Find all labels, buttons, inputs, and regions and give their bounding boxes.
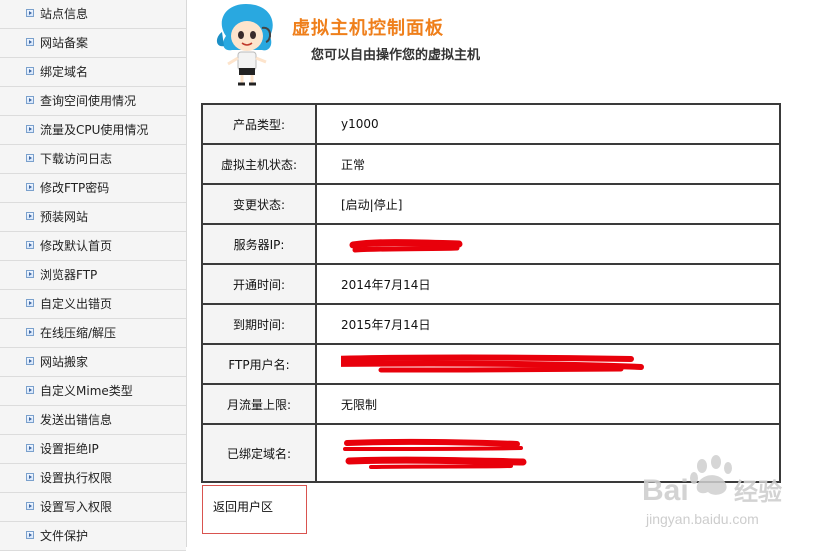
open-time-label: 开通时间: (201, 263, 317, 305)
sidebar-item-label: 网站备案 (40, 36, 89, 50)
arrow-bullet-icon (26, 386, 34, 394)
svg-text:经验: 经验 (734, 478, 782, 506)
sidebar-item-label: 网站搬家 (40, 355, 89, 369)
monthly-traffic-label: 月流量上限: (201, 383, 317, 425)
arrow-bullet-icon (26, 67, 34, 75)
arrow-bullet-icon (26, 444, 34, 452)
sidebar-item-label: 修改FTP密码 (40, 181, 110, 195)
arrow-bullet-icon (26, 183, 34, 191)
arrow-bullet-icon (26, 531, 34, 539)
arrow-bullet-icon (26, 502, 34, 510)
monthly-traffic-value: 无限制 (315, 383, 781, 425)
host-status-value: 正常 (315, 143, 781, 185)
sidebar-item-label: 绑定域名 (40, 65, 89, 79)
sidebar-item-deny-ip[interactable]: 设置拒绝IP (0, 435, 186, 464)
arrow-bullet-icon (26, 9, 34, 17)
arrow-bullet-icon (26, 299, 34, 307)
sidebar-item-label: 自定义Mime类型 (40, 384, 133, 398)
sidebar-item-preinstall-site[interactable]: 预装网站 (0, 203, 186, 232)
arrow-bullet-icon (26, 212, 34, 220)
sidebar-item-write-permission[interactable]: 设置写入权限 (0, 493, 186, 522)
sidebar-item-download-logs[interactable]: 下载访问日志 (0, 145, 186, 174)
bound-domains-label: 已绑定域名: (201, 423, 317, 483)
sidebar-item-label: 站点信息 (40, 7, 89, 21)
table-row: 服务器IP: (201, 223, 781, 265)
redaction-mark (341, 231, 778, 257)
sidebar-item-label: 文件保护 (40, 529, 89, 543)
mascot-avatar-icon (216, 4, 273, 86)
arrow-bullet-icon (26, 125, 34, 133)
sidebar-item-label: 自定义出错页 (40, 297, 113, 311)
change-status-label: 变更状态: (201, 183, 317, 225)
product-type-label: 产品类型: (201, 103, 317, 145)
sidebar-item-label: 发送出错信息 (40, 413, 113, 427)
arrow-bullet-icon (26, 270, 34, 278)
host-status-label: 虚拟主机状态: (201, 143, 317, 185)
table-row: 到期时间: 2015年7月14日 (201, 303, 781, 345)
svg-text:Bai: Bai (642, 474, 689, 507)
sidebar-item-label: 设置执行权限 (40, 471, 113, 485)
sidebar-item-label: 浏览器FTP (40, 268, 98, 282)
server-ip-value (315, 223, 781, 265)
open-time-value: 2014年7月14日 (315, 263, 781, 305)
change-status-links[interactable]: [启动|停止] (315, 183, 781, 225)
arrow-bullet-icon (26, 473, 34, 481)
product-type-value: y1000 (315, 103, 781, 145)
table-row: 产品类型: y1000 (201, 103, 781, 145)
table-row: FTP用户名: (201, 343, 781, 385)
sidebar-nav: 站点信息 网站备案 绑定域名 查询空间使用情况 流量及CPU使用情况 下载访问日… (0, 0, 187, 551)
sidebar-item-ftp-password[interactable]: 修改FTP密码 (0, 174, 186, 203)
sidebar-item-label: 预装网站 (40, 210, 89, 224)
sidebar-item-icp-filing[interactable]: 网站备案 (0, 29, 186, 58)
sidebar-item-send-errors[interactable]: 发送出错信息 (0, 406, 186, 435)
arrow-bullet-icon (26, 328, 34, 336)
sidebar-item-label: 设置拒绝IP (40, 442, 99, 456)
site-info-table: 产品类型: y1000 虚拟主机状态: 正常 变更状态: [启动|停止] 服务器… (201, 103, 781, 483)
server-ip-label: 服务器IP: (201, 223, 317, 265)
sidebar-item-error-page[interactable]: 自定义出错页 (0, 290, 186, 319)
sidebar-item-label: 在线压缩/解压 (40, 326, 117, 340)
sidebar-item-browser-ftp[interactable]: 浏览器FTP (0, 261, 186, 290)
arrow-bullet-icon (26, 96, 34, 104)
arrow-bullet-icon (26, 154, 34, 162)
table-row: 虚拟主机状态: 正常 (201, 143, 781, 185)
page-title: 虚拟主机控制面板 (292, 18, 444, 39)
baidu-jingyan-watermark: Bai 经验 jingyan.baidu.com (642, 455, 782, 527)
redaction-mark (341, 351, 778, 377)
sidebar-item-label: 下载访问日志 (40, 152, 113, 166)
sidebar-item-label: 查询空间使用情况 (40, 94, 137, 108)
arrow-bullet-icon (26, 357, 34, 365)
sidebar-item-space-usage[interactable]: 查询空间使用情况 (0, 87, 186, 116)
expire-time-label: 到期时间: (201, 303, 317, 345)
svg-text:jingyan.baidu.com: jingyan.baidu.com (645, 511, 759, 527)
back-to-user-area-link[interactable]: 返回用户区 (202, 485, 307, 534)
ftp-user-label: FTP用户名: (201, 343, 317, 385)
sidebar-item-mime-types[interactable]: 自定义Mime类型 (0, 377, 186, 406)
expire-time-value: 2015年7月14日 (315, 303, 781, 345)
sidebar-item-label: 设置写入权限 (40, 500, 113, 514)
sidebar-item-label: 流量及CPU使用情况 (40, 123, 149, 137)
sidebar-item-traffic-cpu[interactable]: 流量及CPU使用情况 (0, 116, 186, 145)
sidebar-item-online-zip[interactable]: 在线压缩/解压 (0, 319, 186, 348)
sidebar-item-site-info[interactable]: 站点信息 (0, 0, 186, 29)
sidebar-item-exec-permission[interactable]: 设置执行权限 (0, 464, 186, 493)
ftp-user-value (315, 343, 781, 385)
table-row: 开通时间: 2014年7月14日 (201, 263, 781, 305)
sidebar-item-bind-domain[interactable]: 绑定域名 (0, 58, 186, 87)
arrow-bullet-icon (26, 415, 34, 423)
table-row: 变更状态: [启动|停止] (201, 183, 781, 225)
arrow-bullet-icon (26, 241, 34, 249)
table-row: 月流量上限: 无限制 (201, 383, 781, 425)
page-subtitle: 您可以自由操作您的虚拟主机 (311, 48, 481, 63)
sidebar-item-label: 修改默认首页 (40, 239, 113, 253)
sidebar-item-default-page[interactable]: 修改默认首页 (0, 232, 186, 261)
sidebar-item-site-move[interactable]: 网站搬家 (0, 348, 186, 377)
arrow-bullet-icon (26, 38, 34, 46)
